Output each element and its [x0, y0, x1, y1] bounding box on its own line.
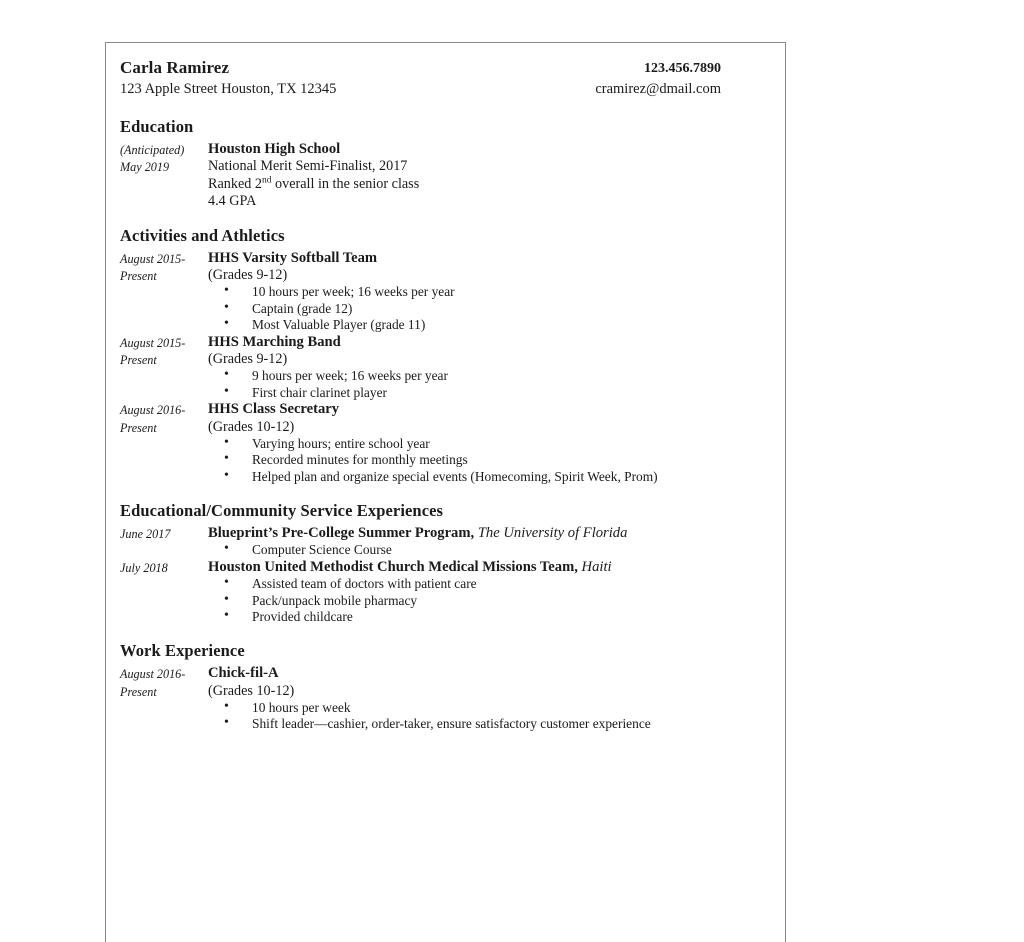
entry-date-line-1: July 2018 — [120, 560, 168, 575]
entry-subline: (Grades 9-12) — [208, 267, 288, 284]
entry-date-line-2: Present — [120, 269, 157, 284]
entry-title: Houston High School — [208, 141, 765, 159]
resume-section: Work Experience August 2016- Present Chick-… — [120, 639, 765, 732]
entry-date-range: (Anticipated) May 2019 — [120, 141, 208, 177]
contact-right-block: 123.456.7890 cramirez@dmail.com — [595, 57, 765, 101]
candidate-phone: 123.456.7890 — [644, 61, 721, 76]
entry-date-line-1: August 2016- — [120, 403, 186, 418]
bullet-item: Shift leader—cashier, order-taker, ensur… — [208, 715, 765, 732]
resume-header: Carla Ramirez 123 Apple Street Houston, … — [120, 57, 765, 101]
bullet-item: Assisted team of doctors with patient ca… — [208, 575, 765, 592]
entry-body: Blueprint’s Pre-College Summer Program, … — [208, 525, 765, 559]
resume-entry: July 2018 Houston United Methodist Church… — [120, 559, 765, 626]
entry-title-text: Houston High School — [208, 140, 341, 157]
bullet-item: Most Valuable Player (grade 11) — [208, 316, 765, 333]
entry-date-line-2: Present — [120, 353, 157, 368]
entry-title: Chick-fil-A — [208, 665, 765, 683]
entry-body: Houston United Methodist Church Medical … — [208, 559, 765, 626]
entry-subline: (Grades 9-12) — [208, 351, 288, 368]
resume-entry: June 2017 Blueprint’s Pre-College Summer … — [120, 525, 765, 559]
resume-section: Education (Anticipated) May 2019 Houston Hi… — [120, 115, 765, 210]
entry-title: HHS Varsity Softball Team — [208, 250, 765, 268]
entry-organization: The University of Florida — [477, 524, 628, 541]
bullet-item: Pack/unpack mobile pharmacy — [208, 592, 765, 609]
entry-body: Houston High School National Merit Semi-F… — [208, 141, 765, 210]
entry-body: HHS Class Secretary(Grades 10-12)Varying… — [208, 401, 765, 485]
resume-entry: August 2015- Present HHS Marching Band (Gra… — [120, 334, 765, 402]
resume-section: Activities and Athletics August 2015- Pres… — [120, 224, 765, 485]
entry-title-text: HHS Marching Band — [208, 333, 341, 350]
section-title: Work Experience — [120, 641, 245, 661]
resume-section: Educational/Community Service Experience… — [120, 499, 765, 625]
section-title: Education — [120, 117, 194, 137]
entry-title-text: HHS Class Secretary — [208, 401, 340, 418]
entry-title: HHS Marching Band — [208, 334, 765, 352]
entry-bullet-list: 9 hours per week; 16 weeks per yearFirst… — [208, 367, 765, 401]
entry-date-range: August 2015- Present — [120, 334, 208, 370]
entry-body: Chick-fil-A(Grades 10-12)10 hours per we… — [208, 665, 765, 733]
bullet-item: 9 hours per week; 16 weeks per year — [208, 367, 765, 384]
entry-date-range: June 2017 — [120, 525, 208, 544]
candidate-name: Carla Ramirez — [120, 58, 230, 77]
entry-bullet-list: Varying hours; entire school yearRecorde… — [208, 435, 765, 485]
entry-date-line-1: (Anticipated) — [120, 142, 185, 157]
entry-subline: (Grades 10-12) — [208, 418, 295, 435]
bullet-item: Provided childcare — [208, 608, 765, 625]
section-title: Educational/Community Service Experience… — [120, 501, 444, 521]
entry-date-range: August 2016- Present — [120, 401, 208, 437]
resume-sections: Education (Anticipated) May 2019 Houston Hi… — [120, 115, 765, 733]
entry-subline: National Merit Semi-Finalist, 2017 — [208, 158, 408, 175]
resume-entry: August 2015- Present HHS Varsity Softball … — [120, 250, 765, 334]
entry-subline: (Grades 10-12) — [208, 682, 295, 699]
candidate-email: cramirez@dmail.com — [595, 81, 721, 98]
bullet-item: Helped plan and organize special events … — [208, 468, 765, 485]
entry-body: HHS Varsity Softball Team(Grades 9-12)10… — [208, 250, 765, 334]
contact-left-block: Carla Ramirez 123 Apple Street Houston, … — [120, 57, 336, 100]
entry-subline: Ranked 2nd overall in the senior class — [208, 174, 420, 192]
entry-title-text: Houston United Methodist Church Medical … — [208, 558, 578, 575]
entry-date-line-1: June 2017 — [120, 526, 171, 541]
entry-organization: Haiti — [581, 558, 612, 575]
resume-entry: August 2016- Present Chick-fil-A (Grades 10… — [120, 665, 765, 733]
bullet-item: 10 hours per week; 16 weeks per year — [208, 283, 765, 300]
resume-document: Carla Ramirez 123 Apple Street Houston, … — [105, 42, 786, 942]
entry-date-line-2: Present — [120, 420, 157, 435]
entry-date-line-2: Present — [120, 684, 157, 699]
resume-entry: August 2016- Present HHS Class Secretary (G… — [120, 401, 765, 485]
entry-bullet-list: 10 hours per week; 16 weeks per yearCapt… — [208, 283, 765, 333]
entry-title-text: HHS Varsity Softball Team — [208, 249, 378, 266]
entry-date-line-1: August 2015- — [120, 251, 186, 266]
bullet-item: First chair clarinet player — [208, 384, 765, 401]
ordinal-suffix: nd — [261, 174, 272, 185]
entry-date-range: August 2016- Present — [120, 665, 208, 701]
entry-title: Houston United Methodist Church Medical … — [208, 559, 765, 577]
entry-bullet-list: Assisted team of doctors with patient ca… — [208, 575, 765, 625]
section-title: Activities and Athletics — [120, 225, 285, 245]
entry-date-line-2: May 2019 — [120, 160, 170, 175]
entry-title-text: Blueprint’s Pre-College Summer Program, — [208, 524, 475, 541]
candidate-address: 123 Apple Street Houston, TX 12345 — [120, 81, 337, 98]
bullet-item: Recorded minutes for monthly meetings — [208, 451, 765, 468]
bullet-item: Captain (grade 12) — [208, 300, 765, 317]
entry-date-line-1: August 2016- — [120, 667, 186, 682]
entry-bullet-list: Computer Science Course — [208, 541, 765, 558]
entry-bullet-list: 10 hours per weekShift leader—cashier, o… — [208, 699, 765, 733]
bullet-item: 10 hours per week — [208, 699, 765, 716]
entry-subline: 4.4 GPA — [208, 192, 257, 209]
entry-body: HHS Marching Band(Grades 9-12)9 hours pe… — [208, 334, 765, 402]
entry-title-text: Chick-fil-A — [208, 665, 279, 682]
entry-date-range: July 2018 — [120, 559, 208, 578]
entry-date-range: August 2015- Present — [120, 250, 208, 286]
resume-entry: (Anticipated) May 2019 Houston High School… — [120, 141, 765, 210]
entry-title: HHS Class Secretary — [208, 401, 765, 419]
entry-date-line-1: August 2015- — [120, 335, 186, 350]
bullet-item: Varying hours; entire school year — [208, 435, 765, 452]
entry-title: Blueprint’s Pre-College Summer Program, … — [208, 525, 765, 543]
bullet-item: Computer Science Course — [208, 541, 765, 558]
